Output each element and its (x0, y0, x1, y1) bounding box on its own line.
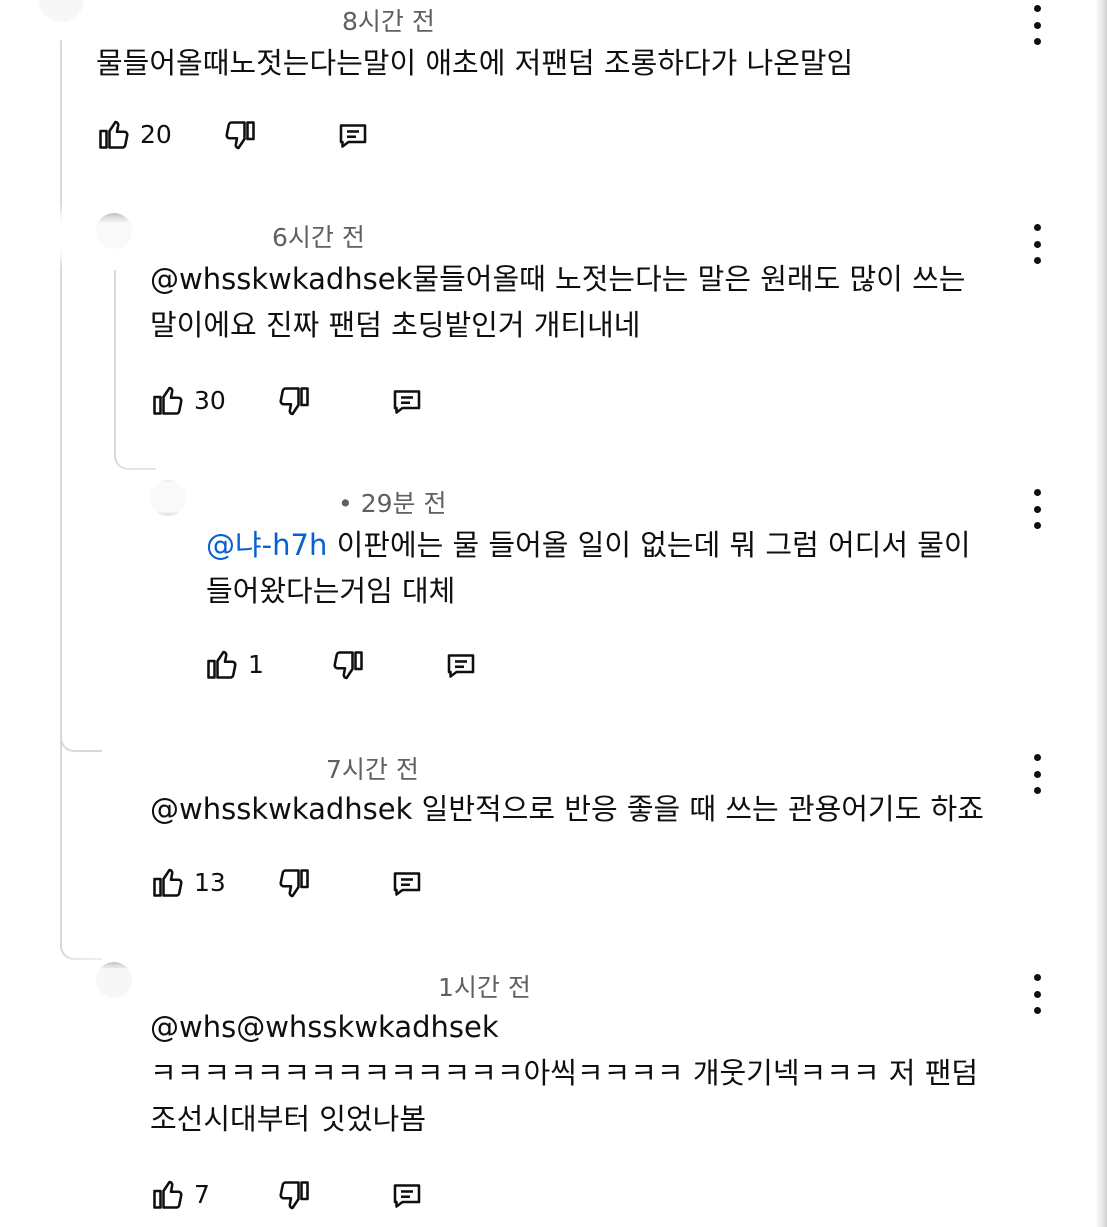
reply-button[interactable] (388, 866, 426, 902)
thread-line-end (60, 920, 102, 960)
like-button[interactable]: 13 (150, 864, 226, 900)
like-count: 20 (140, 119, 172, 149)
like-count: 30 (194, 385, 226, 415)
more-vert-icon[interactable] (1025, 974, 1049, 1014)
thumbs-down-icon (279, 869, 309, 898)
thread-line-main (60, 40, 62, 940)
reply-button[interactable] (442, 648, 480, 684)
reply-icon (393, 390, 421, 414)
more-vert-icon[interactable] (1025, 224, 1049, 264)
reply-icon (393, 1184, 421, 1208)
thumbs-up-icon (153, 386, 183, 415)
thumbs-up-icon (207, 650, 237, 679)
comment-text-line: 들어왔다는거임 대체 (206, 574, 456, 608)
comment-text-line: 이판에는 물 들어올 일이 없는데 뭐 그럼 어디서 물이 (327, 528, 971, 562)
like-button[interactable]: 20 (96, 116, 172, 152)
mention[interactable]: @whsskwkadhsek (150, 792, 412, 826)
more-vert-icon[interactable] (1025, 489, 1049, 529)
comment-text: @whsskwkadhsek 일반적으로 반응 좋을 때 쓰는 관용어기도 하죠 (150, 786, 984, 832)
dislike-button[interactable] (276, 866, 312, 902)
username-redacted (8, 222, 270, 250)
comment-text-line: 일반적으로 반응 좋을 때 쓰는 관용어기도 하죠 (412, 792, 984, 826)
thumbs-down-icon (333, 651, 363, 680)
reply-icon (447, 654, 475, 678)
comment-text-line: 말이에요 진짜 팬덤 초딩밭인거 개티내네 (150, 308, 641, 342)
comment-text: @whsskwkadhsek물들어올때 노젓는다는 말은 원래도 많이 쓰는 말… (150, 256, 965, 348)
like-button[interactable]: 1 (204, 646, 264, 682)
dislike-button[interactable] (222, 118, 258, 154)
thumbs-up-icon (153, 868, 183, 897)
like-button[interactable]: 30 (150, 382, 226, 418)
like-button[interactable]: 7 (150, 1176, 210, 1212)
like-count: 1 (248, 649, 264, 679)
username-redacted (10, 0, 330, 24)
thread-line-reply-end (114, 440, 156, 470)
comment-text-line: 조선시대부터 잇었나봄 (150, 1102, 427, 1136)
reply-button[interactable] (388, 1178, 426, 1214)
reply-button[interactable] (388, 384, 426, 420)
comment-text-line: 물들어올때노젓는다는말이 애초에 저팬덤 조롱하다가 나온말임 (96, 46, 854, 80)
comment-text: 물들어올때노젓는다는말이 애초에 저팬덤 조롱하다가 나온말임 (96, 40, 853, 86)
dislike-button[interactable] (330, 648, 366, 684)
thumbs-up-icon (153, 1180, 183, 1209)
thread-line-connector (60, 720, 102, 752)
mention[interactable]: @냐-h7h (206, 528, 327, 562)
comment-time: 7시간 전 (326, 755, 419, 784)
reply-button[interactable] (334, 118, 372, 154)
thumbs-up-icon (99, 120, 129, 149)
like-count: 13 (194, 867, 226, 897)
thumbs-down-icon (279, 1181, 309, 1210)
thumbs-down-icon (279, 387, 309, 416)
username-redacted (70, 968, 426, 998)
dislike-button[interactable] (276, 384, 312, 420)
comment-time: • 29분 전 (338, 489, 447, 518)
comment-text: @냐-h7h 이판에는 물 들어올 일이 없는데 뭐 그럼 어디서 물이 들어왔… (206, 522, 971, 614)
comment-time: 6시간 전 (272, 223, 365, 252)
reply-icon (393, 872, 421, 896)
comment-text: @whs@whsskwkadhsek ㅋㅋㅋㅋㅋㅋㅋㅋㅋㅋㅋㅋㅋㅋ아씩ㅋㅋㅋㅋ … (150, 1004, 978, 1142)
comment-text-line: @whs@whsskwkadhsek (150, 1010, 499, 1044)
screen-edge (1095, 0, 1107, 1227)
comment-time: 8시간 전 (342, 7, 435, 36)
comment-text-line: ㅋㅋㅋㅋㅋㅋㅋㅋㅋㅋㅋㅋㅋㅋ아씩ㅋㅋㅋㅋ 개웃기넥ㅋㅋㅋ 저 팬덤 (150, 1056, 979, 1090)
mention[interactable]: @whsskwkadhsek (150, 262, 412, 296)
username-redacted (120, 748, 320, 778)
comment-text-line: 물들어올때 노젓는다는 말은 원래도 많이 쓰는 (412, 262, 966, 296)
thread-line-reply-branch (114, 270, 116, 450)
thumbs-down-icon (225, 121, 255, 150)
dislike-button[interactable] (276, 1178, 312, 1214)
like-count: 7 (194, 1179, 210, 1209)
reply-icon (339, 124, 367, 148)
more-vert-icon[interactable] (1025, 754, 1049, 794)
more-vert-icon[interactable] (1025, 5, 1049, 45)
username-redacted (112, 482, 334, 512)
comment-time: 1시간 전 (438, 973, 531, 1002)
